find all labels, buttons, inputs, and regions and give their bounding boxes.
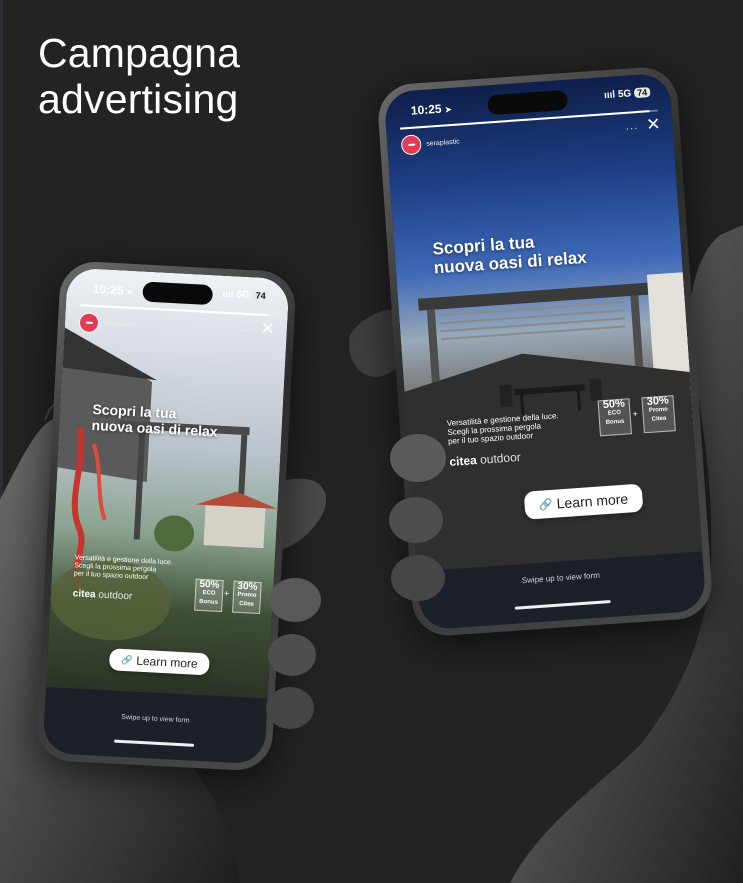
more-options-icon[interactable]: ··· <box>625 123 639 135</box>
left-hand-fingers <box>266 578 321 729</box>
ad-description: Versatilità e gestione della luce. Scegl… <box>73 554 173 582</box>
page-title: Campagna advertising <box>38 30 240 122</box>
swipe-up-hint[interactable]: Swipe up to view form <box>44 710 266 729</box>
left-phone: 10:25 ➤ ıııl 5G 74 seraplastic ··· ✕ Scop… <box>35 260 297 772</box>
account-name: seraplastic <box>425 137 460 148</box>
promo-citea-badge: 30% Promo Citea <box>232 580 262 615</box>
avatar <box>78 312 100 334</box>
more-options-icon[interactable]: ··· <box>240 325 254 337</box>
battery-icon: 74 <box>252 290 269 302</box>
right-hand-fingers <box>389 434 446 601</box>
close-icon[interactable]: ✕ <box>646 114 662 134</box>
close-icon[interactable]: ✕ <box>260 319 275 339</box>
eco-bonus-badge: 50% ECO Bonus <box>597 398 632 437</box>
story-account[interactable]: seraplastic <box>400 131 461 156</box>
plus-sign: + <box>223 588 230 599</box>
status-time: 10:25 ➤ <box>410 101 452 118</box>
promo-citea-badge: 30% Promo Citea <box>641 395 676 434</box>
link-icon: 🔗 <box>538 498 554 512</box>
home-indicator <box>514 600 611 610</box>
battery-icon: 74 <box>633 87 651 99</box>
plus-sign: + <box>632 408 639 420</box>
title-line-2: advertising <box>38 76 239 122</box>
link-icon: 🔗 <box>120 654 133 665</box>
left-phone-screen: 10:25 ➤ ıııl 5G 74 seraplastic ··· ✕ Scop… <box>42 267 290 765</box>
home-indicator <box>114 739 195 747</box>
status-signal: ıııl 5G 74 <box>604 87 651 101</box>
eco-bonus-badge: 50% ECO Bonus <box>194 578 224 613</box>
dynamic-island <box>142 281 214 306</box>
learn-more-label: Learn more <box>135 653 198 671</box>
ad-headline: Scopri la tua nuova oasi di relax <box>91 401 218 440</box>
status-time: 10:25 ➤ <box>92 281 134 298</box>
title-line-1: Campagna <box>38 30 241 76</box>
account-name: seraplastic <box>103 319 138 329</box>
story-account[interactable]: seraplastic <box>78 312 138 335</box>
status-signal: ıııl 5G 74 <box>222 289 269 302</box>
avatar <box>400 134 422 156</box>
learn-more-label: Learn more <box>556 490 629 512</box>
